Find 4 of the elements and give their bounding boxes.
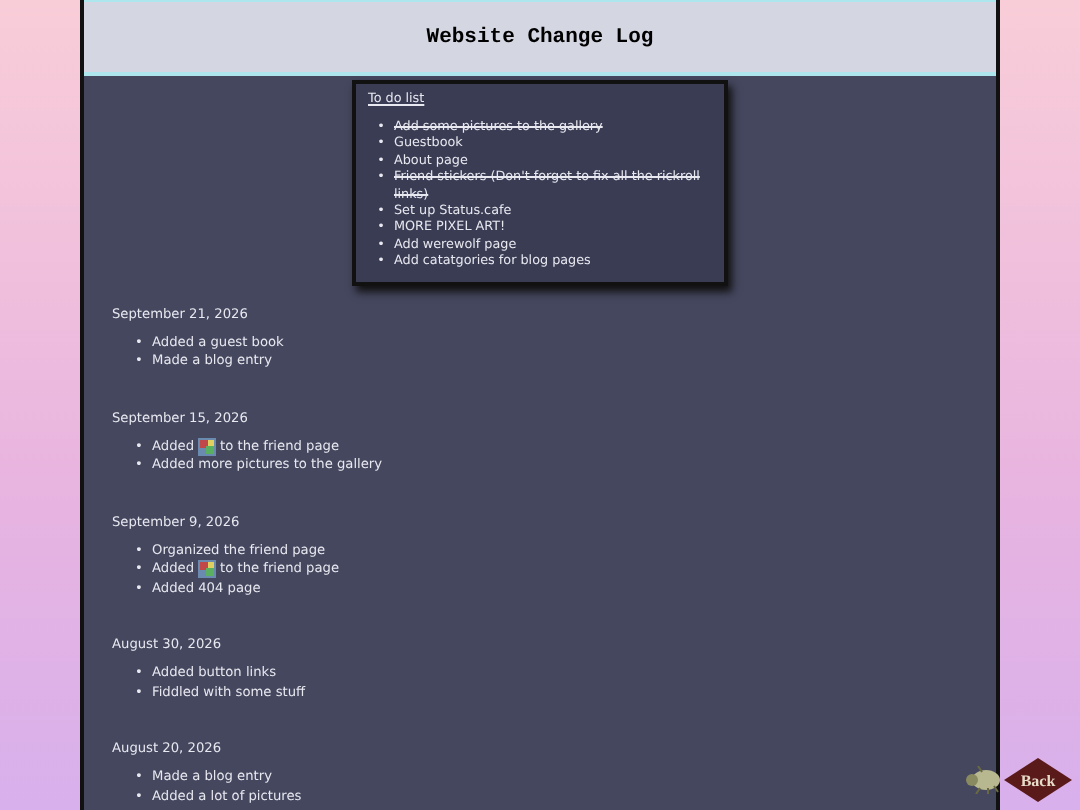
bug-icon [964,766,1004,794]
thumbnail-icon [198,437,217,456]
page-title: Website Change Log [426,25,654,49]
thumbnail-icon [198,560,217,579]
